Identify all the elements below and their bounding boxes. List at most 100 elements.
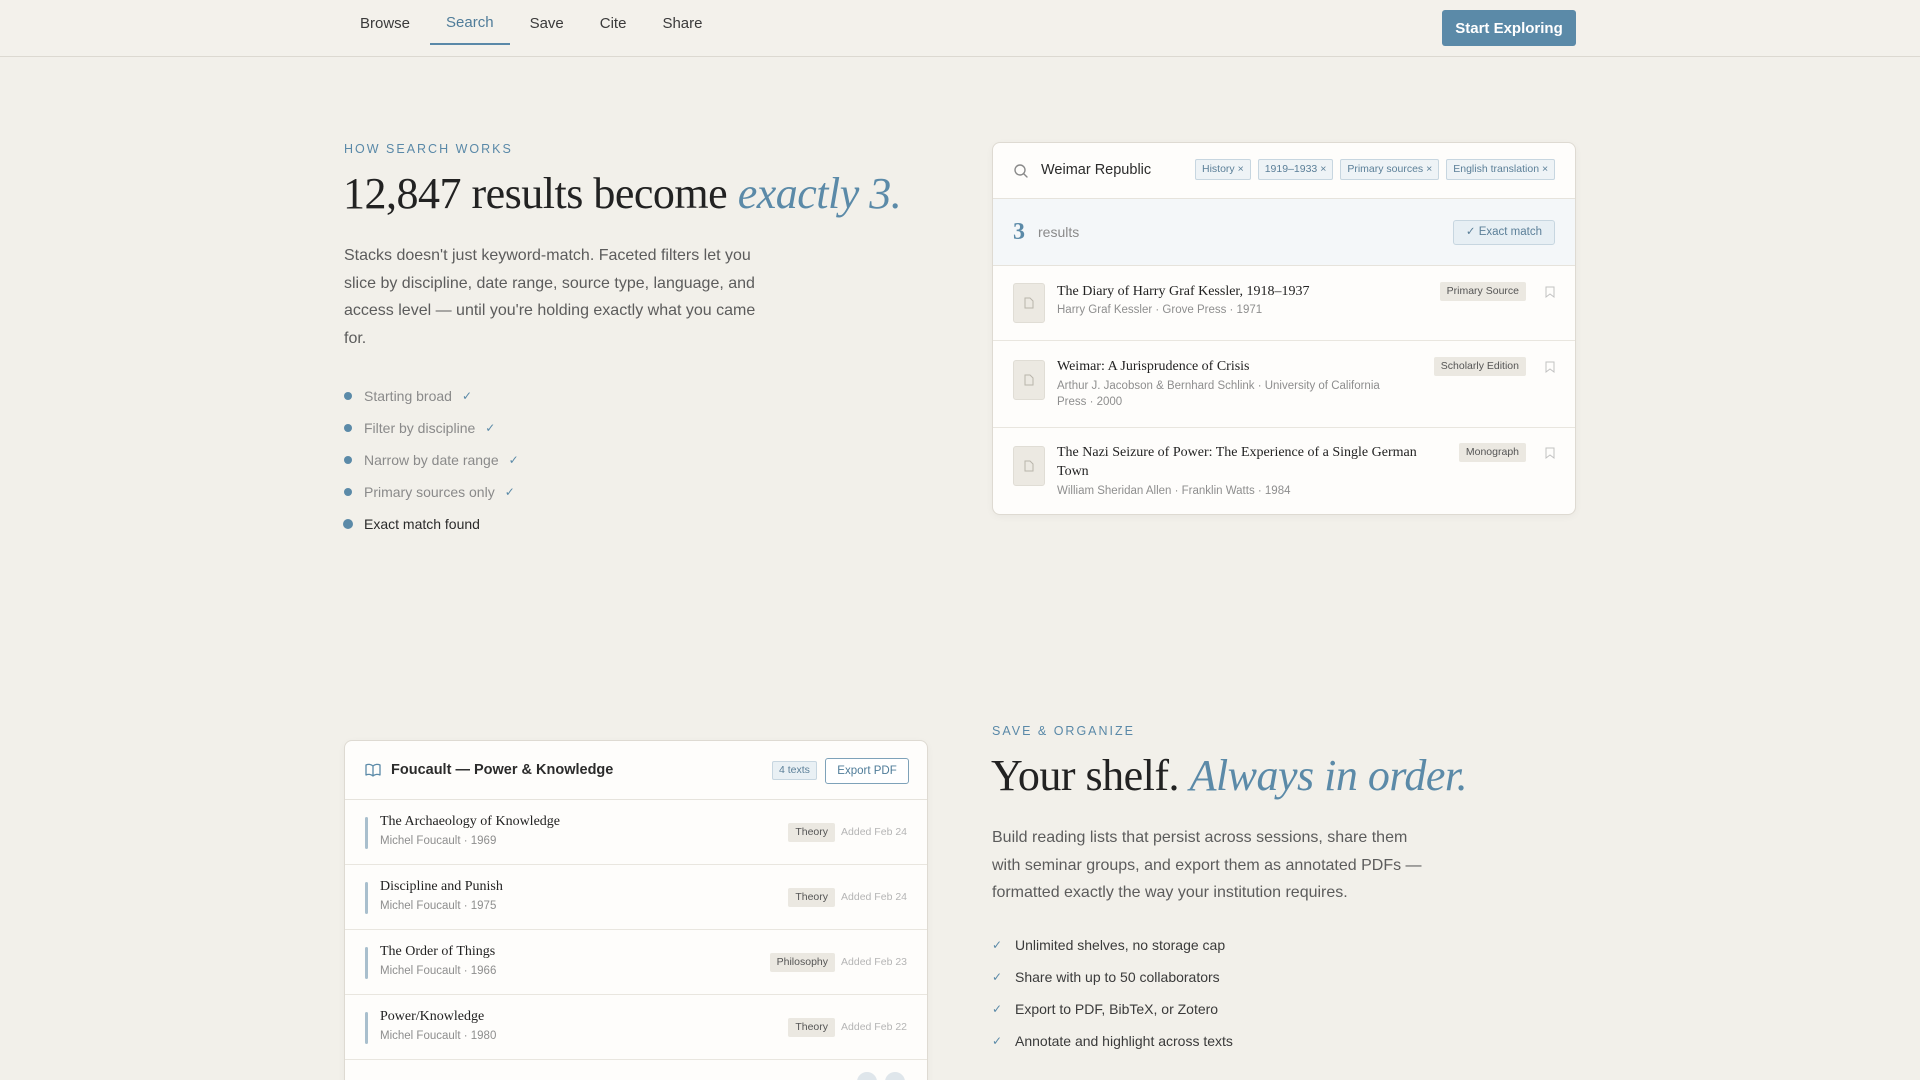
search-bar[interactable]: Weimar Republic History × 1919–1933 × Pr… bbox=[993, 143, 1575, 199]
step-dot-icon bbox=[344, 456, 352, 464]
filter-chip-primary[interactable]: Primary sources × bbox=[1340, 159, 1440, 180]
shelf-row-tag: Philosophy bbox=[769, 953, 835, 972]
feature-label: Unlimited shelves, no storage cap bbox=[1015, 937, 1226, 953]
row-accent-bar bbox=[365, 947, 368, 979]
search-headline: 12,847 results become exactly 3. bbox=[343, 168, 902, 219]
document-icon bbox=[1013, 360, 1045, 400]
shelf-row-title[interactable]: Power/Knowledge bbox=[380, 1009, 484, 1025]
bookmark-icon[interactable] bbox=[1545, 361, 1555, 373]
shelf-row[interactable]: Discipline and Punish Michel Foucault · … bbox=[345, 865, 927, 930]
nav-link-search[interactable]: Search bbox=[430, 1, 510, 45]
shelf-count-badge: 4 texts bbox=[772, 761, 817, 780]
result-badge: Scholarly Edition bbox=[1433, 357, 1526, 376]
result-row[interactable]: The Diary of Harry Graf Kessler, 1918–19… bbox=[993, 266, 1575, 341]
export-pdf-button[interactable]: Export PDF bbox=[825, 758, 909, 784]
shelf-row-added: Added Feb 23 bbox=[841, 956, 907, 968]
step-dot-icon bbox=[344, 488, 352, 496]
result-title[interactable]: Weimar: A Jurisprudence of Crisis bbox=[1057, 357, 1250, 376]
check-icon: ✓ bbox=[508, 453, 519, 467]
exact-match-badge: ✓ Exact match bbox=[1452, 220, 1555, 245]
step-label: Primary sources only bbox=[364, 484, 495, 500]
result-title[interactable]: The Nazi Seizure of Power: The Experienc… bbox=[1057, 443, 1437, 481]
result-title[interactable]: The Diary of Harry Graf Kessler, 1918–19… bbox=[1057, 282, 1310, 301]
step-dot-icon bbox=[343, 519, 353, 529]
step-item: Filter by discipline ✓ bbox=[344, 412, 519, 444]
shelf-title: Foucault — Power & Knowledge bbox=[391, 762, 614, 778]
shelf-demo-card: Foucault — Power & Knowledge 4 texts Exp… bbox=[344, 740, 928, 1080]
result-meta-line: Arthur J. Jacobson & Bernhard Schlink · … bbox=[1057, 380, 1380, 392]
nav-link-save[interactable]: Save bbox=[514, 1, 580, 45]
bookmark-icon[interactable] bbox=[1545, 447, 1555, 459]
result-count: 3 bbox=[1013, 219, 1025, 245]
shelf-footer bbox=[345, 1060, 927, 1080]
step-item: Narrow by date range ✓ bbox=[344, 444, 519, 476]
search-eyebrow: HOW SEARCH WORKS bbox=[344, 142, 513, 156]
step-dot-icon bbox=[344, 424, 352, 432]
feature-item: ✓ Unlimited shelves, no storage cap bbox=[992, 929, 1233, 961]
check-icon: ✓ bbox=[992, 1034, 1003, 1048]
filter-chips: History × 1919–1933 × Primary sources × … bbox=[1195, 159, 1562, 180]
search-steps: Starting broad ✓ Filter by discipline ✓ … bbox=[343, 380, 519, 540]
step-label: Exact match found bbox=[364, 516, 480, 532]
top-nav: Browse Search Save Cite Share Start Expl… bbox=[0, 0, 1920, 57]
shelf-row[interactable]: The Order of Things Michel Foucault · 19… bbox=[345, 930, 927, 995]
search-demo-card: Weimar Republic History × 1919–1933 × Pr… bbox=[992, 142, 1576, 515]
feature-label: Annotate and highlight across texts bbox=[1015, 1033, 1233, 1049]
start-exploring-button[interactable]: Start Exploring bbox=[1442, 10, 1576, 46]
shelf-row[interactable]: Power/Knowledge Michel Foucault · 1980 T… bbox=[345, 995, 927, 1060]
shelf-row-title[interactable]: The Order of Things bbox=[380, 944, 495, 960]
result-title-line: Town bbox=[1057, 464, 1089, 479]
shelf-row[interactable]: The Archaeology of Knowledge Michel Fouc… bbox=[345, 800, 927, 865]
nav-link-browse[interactable]: Browse bbox=[344, 1, 426, 45]
shelf-features: ✓ Unlimited shelves, no storage cap ✓ Sh… bbox=[992, 929, 1233, 1057]
result-meta: Harry Graf Kessler · Grove Press · 1971 bbox=[1057, 304, 1263, 316]
check-icon: ✓ bbox=[992, 970, 1003, 984]
result-count-bar: 3 results ✓ Exact match bbox=[993, 199, 1575, 266]
row-accent-bar bbox=[365, 1012, 368, 1044]
avatar bbox=[855, 1070, 879, 1080]
shelf-row-tag: Theory bbox=[788, 1018, 835, 1037]
shelf-row-title[interactable]: The Archaeology of Knowledge bbox=[380, 814, 560, 830]
check-icon: ✓ bbox=[992, 938, 1003, 952]
result-meta-line: Press · 2000 bbox=[1057, 396, 1123, 408]
check-icon: ✓ bbox=[485, 421, 496, 435]
result-meta: William Sheridan Allen · Franklin Watts … bbox=[1057, 485, 1291, 497]
nav-link-share[interactable]: Share bbox=[646, 1, 718, 45]
result-badge: Primary Source bbox=[1439, 282, 1526, 301]
step-dot-icon bbox=[344, 392, 352, 400]
check-icon: ✓ bbox=[504, 485, 515, 499]
result-row[interactable]: Weimar: A Jurisprudence of Crisis Arthur… bbox=[993, 341, 1575, 428]
search-headline-plain: 12,847 results become bbox=[343, 169, 728, 218]
shelf-row-meta: Michel Foucault · 1980 bbox=[380, 1030, 497, 1042]
feature-label: Share with up to 50 collaborators bbox=[1015, 969, 1220, 985]
shelf-headline-plain: Your shelf. bbox=[991, 751, 1180, 800]
step-label: Narrow by date range bbox=[364, 452, 499, 468]
avatar bbox=[883, 1070, 907, 1080]
result-row[interactable]: The Nazi Seizure of Power: The Experienc… bbox=[993, 428, 1575, 514]
shelf-row-added: Added Feb 24 bbox=[841, 891, 907, 903]
document-icon bbox=[1013, 283, 1045, 323]
check-icon: ✓ bbox=[461, 389, 473, 403]
feature-item: ✓ Share with up to 50 collaborators bbox=[992, 961, 1233, 993]
step-label: Starting broad bbox=[364, 388, 452, 404]
result-count-label: results bbox=[1038, 224, 1080, 240]
feature-item: ✓ Annotate and highlight across texts bbox=[992, 1025, 1233, 1057]
shelf-row-meta: Michel Foucault · 1969 bbox=[380, 835, 497, 847]
shelf-row-meta: Michel Foucault · 1975 bbox=[380, 900, 497, 912]
shelf-header: Foucault — Power & Knowledge 4 texts Exp… bbox=[345, 741, 927, 800]
filter-chip-language[interactable]: English translation × bbox=[1446, 159, 1556, 180]
filter-chip-date[interactable]: 1919–1933 × bbox=[1257, 159, 1334, 180]
step-item: Primary sources only ✓ bbox=[344, 476, 519, 508]
nav-link-cite[interactable]: Cite bbox=[584, 1, 643, 45]
nav-links: Browse Search Save Cite Share bbox=[344, 0, 722, 57]
filter-chip-history[interactable]: History × bbox=[1195, 159, 1251, 180]
shelf-row-title[interactable]: Discipline and Punish bbox=[380, 879, 503, 895]
search-lede: Stacks doesn't just keyword-match. Facet… bbox=[344, 247, 756, 347]
search-query[interactable]: Weimar Republic bbox=[1041, 162, 1151, 178]
shelf-headline-accent: Always in order. bbox=[1189, 751, 1468, 800]
result-meta: Arthur J. Jacobson & Bernhard Schlink · … bbox=[1057, 378, 1380, 410]
bookmark-icon[interactable] bbox=[1545, 286, 1555, 298]
shelf-headline: Your shelf. Always in order. bbox=[991, 750, 1468, 801]
shelf-eyebrow: SAVE & ORGANIZE bbox=[992, 724, 1135, 738]
shelf-row-added: Added Feb 24 bbox=[841, 826, 907, 838]
